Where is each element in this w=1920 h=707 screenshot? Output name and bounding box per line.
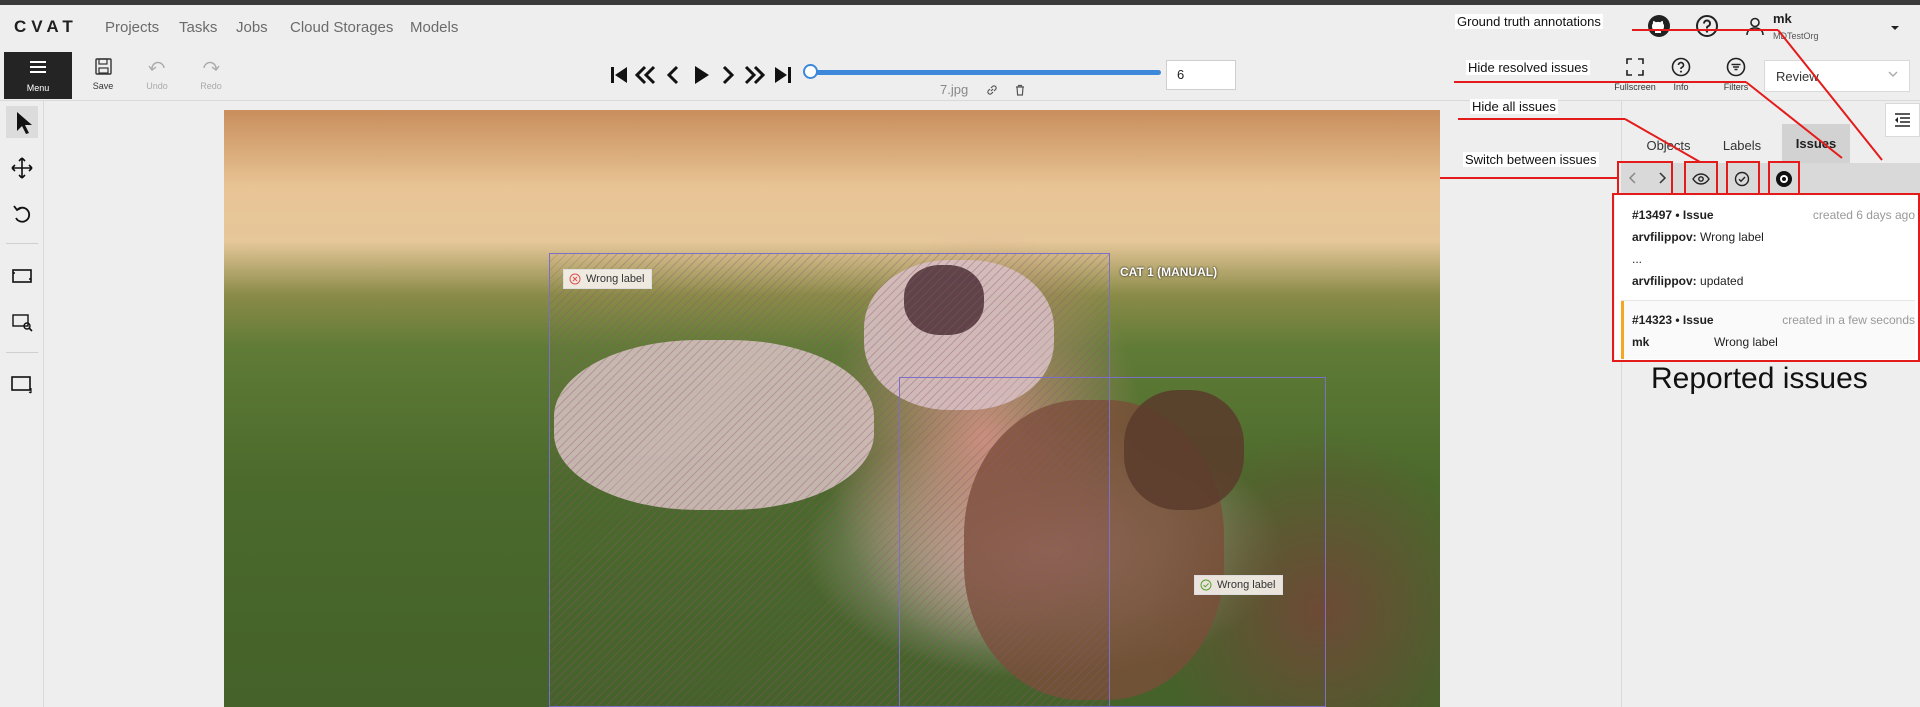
issue-chip-1[interactable]: Wrong label — [563, 269, 652, 289]
cvat-logo[interactable]: CVAT — [14, 17, 78, 37]
nav-jobs[interactable]: Jobs — [236, 19, 268, 36]
controls-sidebar — [0, 101, 44, 707]
fit-image-icon[interactable] — [6, 260, 38, 292]
copy-link-icon[interactable] — [986, 83, 998, 95]
cursor-tool-icon[interactable] — [6, 106, 38, 138]
divider — [6, 352, 38, 353]
annotation-box-hide-resolved — [1726, 161, 1760, 195]
next-frame-icon[interactable] — [717, 64, 739, 86]
close-circle-icon — [569, 273, 581, 285]
move-tool-icon[interactable] — [6, 152, 38, 184]
undo-icon — [148, 61, 165, 71]
rotate-tool-icon[interactable] — [6, 198, 38, 230]
frame-number-input[interactable]: 6 — [1166, 60, 1236, 90]
previous-frame-icon[interactable] — [662, 64, 684, 86]
nav-projects[interactable]: Projects — [105, 19, 159, 36]
object-label: CAT 1 (MANUAL) — [1120, 265, 1218, 279]
annotation-reported: Reported issues — [1651, 362, 1868, 395]
step-backward-icon[interactable] — [634, 64, 656, 86]
check-circle-icon — [1200, 579, 1212, 591]
annotation-hide-all: Hide all issues — [1470, 99, 1558, 114]
last-frame-icon[interactable] — [772, 64, 794, 86]
menu-button[interactable]: Menu — [4, 52, 72, 99]
annotation-hide-resolved: Hide resolved issues — [1466, 60, 1590, 75]
play-icon[interactable] — [690, 64, 712, 86]
bounding-box-2[interactable] — [899, 377, 1326, 707]
frame-slider-track[interactable] — [811, 70, 1161, 75]
delete-frame-icon[interactable] — [1014, 83, 1026, 96]
annotation-box-ground-truth — [1768, 161, 1800, 195]
save-label: Save — [92, 81, 114, 91]
redo-label: Redo — [200, 81, 222, 91]
nav-models[interactable]: Models — [410, 19, 458, 36]
annotation-box-reported — [1612, 193, 1920, 362]
frame-slider-handle[interactable] — [803, 64, 818, 79]
save-icon — [95, 58, 112, 75]
divider — [6, 243, 38, 244]
redo-button[interactable]: Redo — [189, 57, 233, 99]
step-forward-icon[interactable] — [744, 64, 766, 86]
zoom-region-icon[interactable] — [6, 306, 38, 338]
nav-cloud-storages[interactable]: Cloud Storages — [290, 19, 393, 36]
issue-chip-text: Wrong label — [586, 273, 645, 285]
frame-filename: 7.jpg — [940, 82, 969, 97]
save-button[interactable]: Save — [81, 57, 125, 99]
redo-icon — [203, 61, 220, 71]
annotation-box-switch — [1617, 161, 1673, 195]
nav-tasks[interactable]: Tasks — [179, 19, 217, 36]
create-issue-icon[interactable] — [6, 368, 38, 400]
annotation-box-hide-all — [1684, 161, 1718, 195]
menu-label: Menu — [26, 83, 50, 93]
hamburger-icon — [30, 61, 46, 73]
issue-chip-2[interactable]: Wrong label — [1194, 575, 1283, 595]
annotation-ground-truth: Ground truth annotations — [1455, 14, 1603, 29]
first-frame-icon[interactable] — [608, 64, 630, 86]
undo-button[interactable]: Undo — [135, 57, 179, 99]
undo-label: Undo — [146, 81, 168, 91]
issue-chip-text: Wrong label — [1217, 579, 1276, 591]
annotation-switch: Switch between issues — [1463, 152, 1599, 167]
